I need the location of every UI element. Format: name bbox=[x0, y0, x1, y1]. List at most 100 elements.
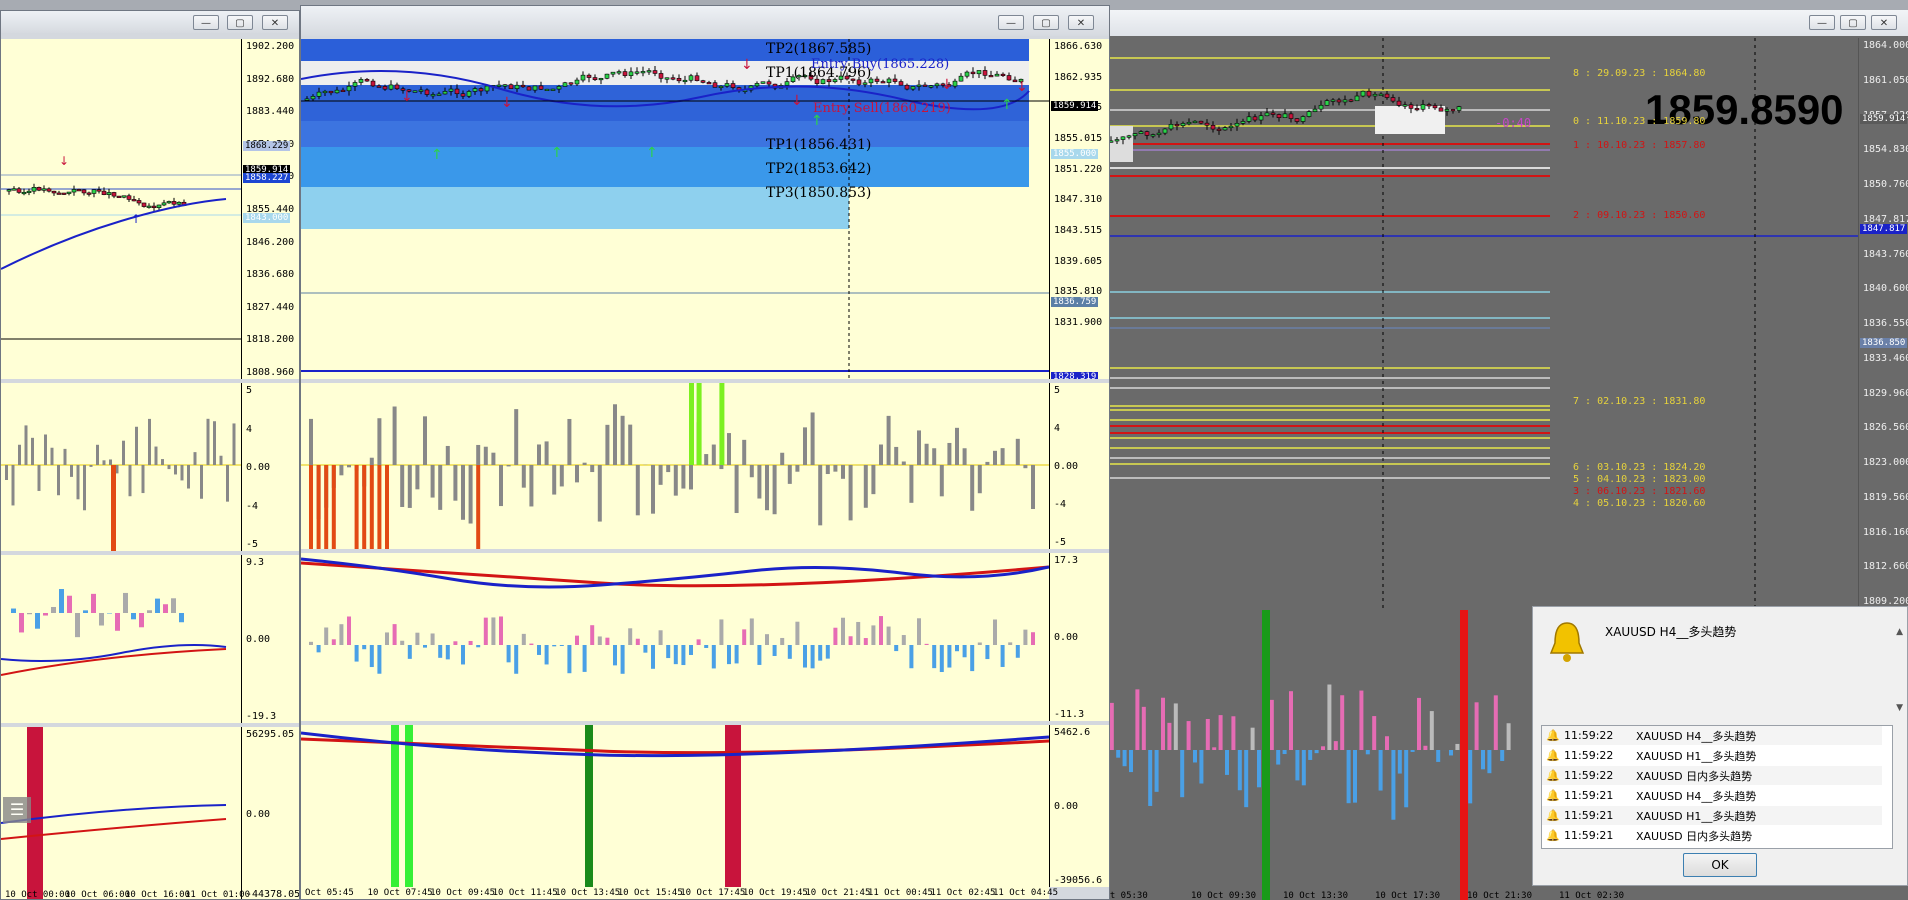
price-chart-dark[interactable]: 1859.8590 -0:40 8 : 29.09.23 : 1864.80 0 … bbox=[1095, 38, 1858, 608]
histogram-bar bbox=[1359, 690, 1364, 750]
alert-list[interactable]: 🔔 11:59:22 XAUUSD H4__多头趋势 🔔 11:59:22 XAUUSD … bbox=[1541, 725, 1893, 849]
scale-tick: 9.3 bbox=[246, 557, 265, 568]
histogram-bar bbox=[711, 444, 716, 465]
signal-line bbox=[1, 648, 227, 676]
candle-body bbox=[358, 79, 364, 83]
minimize-button[interactable]: — bbox=[1809, 15, 1835, 30]
histogram-bar bbox=[575, 635, 579, 645]
histogram-bar bbox=[309, 418, 313, 465]
menu-icon[interactable]: ☰ bbox=[3, 797, 31, 823]
histogram-bar bbox=[704, 645, 709, 648]
candle-body bbox=[382, 86, 388, 90]
histogram-bar bbox=[719, 465, 724, 470]
minimize-button[interactable]: — bbox=[998, 15, 1024, 30]
histogram-bar bbox=[167, 465, 171, 470]
alert-row[interactable]: 🔔 11:59:22 XAUUSD H1__多头趋势 bbox=[1542, 746, 1882, 765]
histogram-bar bbox=[1135, 689, 1140, 750]
signal-bar bbox=[689, 383, 694, 465]
candle-body bbox=[670, 77, 676, 80]
fib-level-label: 5 : 04.10.23 : 1823.00 bbox=[1573, 474, 1706, 485]
minimize-button[interactable]: — bbox=[193, 15, 219, 30]
alert-row[interactable]: 🔔 11:59:21 XAUUSD H4__多头趋势 bbox=[1542, 786, 1882, 805]
histogram-bar bbox=[123, 592, 128, 613]
candle-body bbox=[1384, 93, 1390, 98]
candle-body bbox=[562, 82, 568, 87]
histogram-bar bbox=[901, 635, 906, 645]
candle-body bbox=[111, 192, 117, 197]
histogram-bar bbox=[559, 645, 564, 646]
close-button[interactable]: ✕ bbox=[1871, 15, 1897, 30]
histogram-bar bbox=[1199, 750, 1204, 784]
histogram-bar bbox=[924, 443, 929, 465]
maximize-button[interactable]: ▢ bbox=[1033, 15, 1059, 30]
histogram-bar bbox=[590, 625, 595, 645]
down-arrow-icon: ↓ bbox=[401, 89, 413, 105]
maximize-button[interactable]: ▢ bbox=[1840, 15, 1866, 30]
histogram-bar bbox=[1468, 750, 1473, 804]
ok-button[interactable]: OK bbox=[1683, 853, 1757, 877]
histogram-bar bbox=[1109, 702, 1114, 750]
candle-body bbox=[526, 86, 532, 91]
candle-body bbox=[340, 89, 346, 92]
alert-time: 11:59:21 bbox=[1564, 829, 1614, 842]
maximize-button[interactable]: ▢ bbox=[227, 15, 253, 30]
histogram-bar bbox=[651, 465, 655, 514]
alert-row[interactable]: 🔔 11:59:22 XAUUSD 日内多头趋势 bbox=[1542, 766, 1882, 785]
scale-tick: 1816.160 bbox=[1863, 526, 1908, 538]
price-chart-middle[interactable]: ↓ ↓ ↓ ↓ ↓ ↓ ↑ ↑ ↑ ↑ ↑ TP2(1867.585) TP1(1864.796) … bbox=[301, 39, 1049, 379]
close-button[interactable]: ✕ bbox=[262, 15, 288, 30]
osc3-plot-middle bbox=[301, 725, 1049, 887]
price-chart-left[interactable]: ↓ ↑ bbox=[1, 39, 241, 379]
signal-bar bbox=[377, 465, 382, 549]
histogram-bar bbox=[863, 465, 868, 508]
signal-bar bbox=[111, 465, 116, 551]
histogram-bar bbox=[11, 608, 16, 613]
candle-body bbox=[454, 88, 460, 95]
histogram-bar bbox=[99, 613, 104, 626]
oscillator3-middle bbox=[301, 725, 1049, 887]
alert-row[interactable]: 🔔 11:59:21 XAUUSD 日内多头趋势 bbox=[1542, 826, 1882, 845]
histogram-bar bbox=[35, 613, 40, 629]
histogram-bar bbox=[681, 645, 686, 666]
up-arrow-icon: ↑ bbox=[431, 147, 443, 163]
histogram-bar bbox=[1397, 750, 1402, 774]
scale-tick: 1818.200 bbox=[246, 334, 295, 346]
histogram-bar bbox=[559, 465, 564, 487]
scroll-down-icon[interactable]: ▼ bbox=[1896, 703, 1903, 713]
histogram-bar bbox=[461, 465, 465, 520]
alert-row[interactable]: 🔔 11:59:21 XAUUSD H1__多头趋势 bbox=[1542, 806, 1882, 825]
time-label: 10 Oct 09:30 bbox=[1191, 891, 1257, 900]
countdown-label: -0:40 bbox=[1495, 116, 1532, 130]
tp2-lower-label: TP2(1853.642) bbox=[766, 161, 872, 177]
histogram-bar bbox=[704, 454, 709, 465]
histogram-bar bbox=[155, 598, 160, 613]
histogram-bar bbox=[1429, 711, 1434, 750]
histogram-bar bbox=[31, 437, 34, 465]
histogram-bar bbox=[1141, 706, 1146, 750]
time-label: 10 Oct 21:30 bbox=[1467, 891, 1533, 900]
candle-body bbox=[31, 187, 37, 192]
candle-body bbox=[1438, 107, 1444, 112]
candle-body bbox=[1216, 128, 1222, 131]
fib-level-label: 2 : 09.10.23 : 1850.60 bbox=[1573, 210, 1706, 221]
time-label: 10 Oct 13:30 bbox=[1283, 891, 1349, 900]
down-arrow-icon: ↓ bbox=[741, 57, 753, 73]
candle-body bbox=[598, 78, 604, 81]
alert-row[interactable]: 🔔 11:59:22 XAUUSD H4__多头趋势 bbox=[1542, 726, 1882, 745]
histogram-bar bbox=[1244, 750, 1249, 808]
candle-body bbox=[952, 80, 958, 87]
histogram-bar bbox=[917, 430, 921, 465]
scroll-up-icon[interactable]: ▲ bbox=[1896, 627, 1903, 637]
histogram-bar bbox=[131, 613, 136, 620]
histogram-bar bbox=[83, 610, 88, 613]
histogram-bar bbox=[810, 412, 815, 465]
signal-bar bbox=[385, 465, 389, 549]
window-right-titlebar bbox=[1095, 10, 1908, 36]
histogram-bar bbox=[1378, 750, 1383, 791]
candle-body bbox=[874, 78, 880, 82]
price-scale-left: 1902.2001892.6801883.4401874.2001864.680… bbox=[241, 39, 299, 379]
close-button[interactable]: ✕ bbox=[1068, 15, 1094, 30]
histogram-bar bbox=[962, 448, 967, 465]
alert-dialog[interactable]: XAUUSD H4__多头趋势 ▲ ▼ 🔔 11:59:22 XAUUSD H4__… bbox=[1532, 606, 1908, 886]
candle-body bbox=[622, 71, 628, 76]
